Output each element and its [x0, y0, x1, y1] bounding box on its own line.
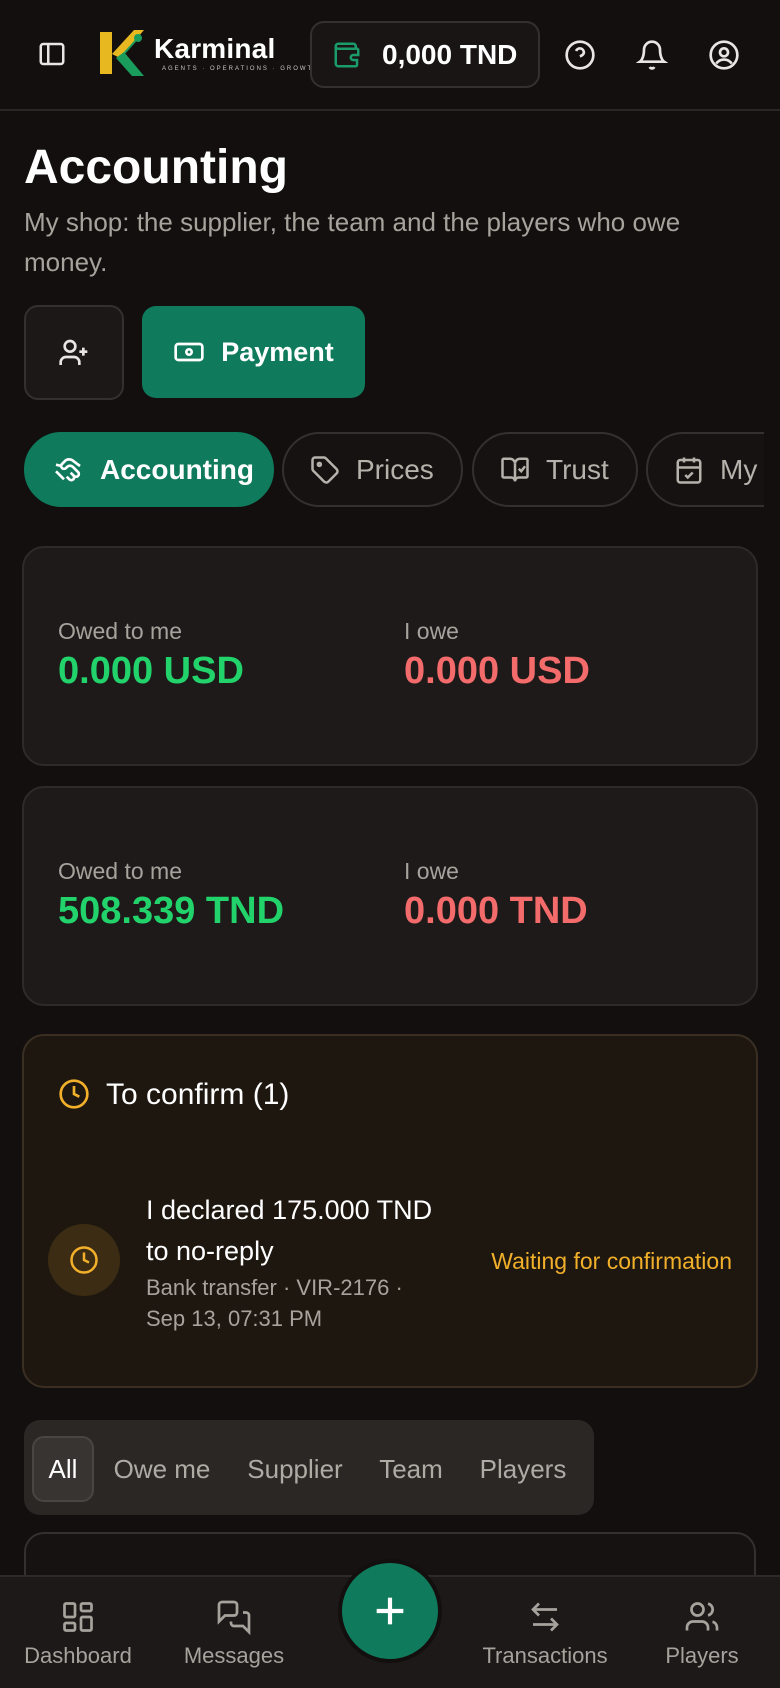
owed-to-me-label: Owed to me — [58, 858, 182, 884]
user-plus-icon — [59, 339, 88, 365]
tab-my[interactable]: My — [646, 432, 764, 507]
to-confirm-card: To confirm (1) I declared 175.000 TND to… — [22, 1034, 758, 1388]
nav-label: Players — [665, 1642, 739, 1668]
handshake-icon — [55, 457, 81, 481]
tab-label: My — [720, 453, 758, 485]
bell-icon — [636, 40, 668, 70]
owed-to-me-label: Owed to me — [58, 618, 182, 644]
page-subtitle: My shop: the supplier, the team and the … — [24, 207, 681, 277]
nav-transactions[interactable]: Transactions — [470, 1577, 620, 1688]
book-check-icon — [501, 457, 529, 481]
nav-players[interactable]: Players — [640, 1577, 764, 1688]
help-button[interactable] — [562, 37, 598, 73]
banknote-icon — [174, 342, 204, 362]
brand-mark-icon — [100, 30, 144, 76]
clock-icon — [70, 1246, 98, 1274]
filter-team[interactable]: Team — [370, 1436, 452, 1502]
i-owe-label: I owe — [404, 858, 459, 884]
dashboard-icon — [63, 1601, 93, 1632]
pending-status-badge: Waiting for confirmation — [491, 1248, 732, 1274]
to-confirm-title: To confirm (1) — [106, 1078, 290, 1111]
i-owe-value: 0.000 USD — [404, 650, 590, 692]
wallet-icon — [334, 42, 360, 67]
users-icon — [685, 1601, 719, 1630]
sidebar-icon — [39, 42, 65, 66]
nav-label: Messages — [183, 1642, 285, 1668]
contact-filter-group: All Owe me Supplier Team Players — [24, 1420, 594, 1515]
pending-item-meta: Bank transfer · VIR-2176 · Sep 13, 07:31… — [146, 1275, 403, 1331]
filter-all[interactable]: All — [32, 1436, 94, 1502]
clock-icon — [58, 1078, 90, 1115]
nav-label: Dashboard — [24, 1642, 132, 1668]
create-button[interactable] — [342, 1563, 438, 1659]
balance-card-tnd: Owed to me 508.339 TND I owe 0.000 TND — [22, 786, 758, 1006]
nav-messages[interactable]: Messages — [170, 1577, 298, 1688]
tab-label: Accounting — [100, 453, 254, 485]
account-button[interactable] — [706, 37, 742, 73]
calendar-check-icon — [676, 457, 702, 484]
top-header: Karminal AGENTS · OPERATIONS · GROWTH 0,… — [0, 0, 780, 111]
brand-logo[interactable]: Karminal AGENTS · OPERATIONS · GROWTH — [98, 28, 320, 78]
tab-trust[interactable]: Trust — [472, 432, 638, 507]
wallet-amount: 0,000 TND — [382, 38, 518, 70]
tab-label: Trust — [546, 453, 609, 485]
i-owe-label: I owe — [404, 618, 459, 644]
help-icon — [565, 40, 595, 70]
messages-icon — [217, 1600, 251, 1635]
notifications-button[interactable] — [634, 37, 670, 73]
transfer-icon — [531, 1602, 559, 1631]
tag-icon — [311, 455, 339, 484]
user-circle-icon — [709, 40, 739, 70]
filter-supplier[interactable]: Supplier — [232, 1436, 358, 1502]
tab-prices[interactable]: Prices — [282, 432, 463, 507]
nav-dashboard[interactable]: Dashboard — [14, 1577, 142, 1688]
page-title: Accounting — [24, 141, 288, 194]
plus-icon — [376, 1597, 404, 1625]
sidebar-toggle-button[interactable] — [34, 36, 70, 72]
tab-accounting[interactable]: Accounting — [24, 432, 274, 507]
brand-name: Karminal — [154, 33, 276, 64]
section-tabs: Accounting Prices Trust My — [24, 432, 764, 508]
brand-tagline: AGENTS · OPERATIONS · GROWTH — [162, 66, 320, 72]
tab-label: Prices — [356, 453, 434, 485]
owed-to-me-value: 0.000 USD — [58, 650, 244, 692]
pending-item-title: I declared 175.000 TND to no-reply — [146, 1195, 433, 1266]
i-owe-value: 0.000 TND — [404, 890, 588, 932]
filter-owe-me[interactable]: Owe me — [104, 1436, 220, 1502]
payment-button-label: Payment — [221, 336, 334, 367]
balance-card-usd: Owed to me 0.000 USD I owe 0.000 USD — [22, 546, 758, 766]
payment-button[interactable]: Payment — [142, 306, 365, 398]
nav-label: Transactions — [482, 1642, 608, 1668]
wallet-balance-button[interactable]: 0,000 TND — [310, 21, 540, 88]
filter-players[interactable]: Players — [464, 1436, 582, 1502]
owed-to-me-value: 508.339 TND — [58, 890, 285, 932]
add-contact-button[interactable] — [24, 305, 124, 400]
pending-avatar — [48, 1224, 120, 1296]
